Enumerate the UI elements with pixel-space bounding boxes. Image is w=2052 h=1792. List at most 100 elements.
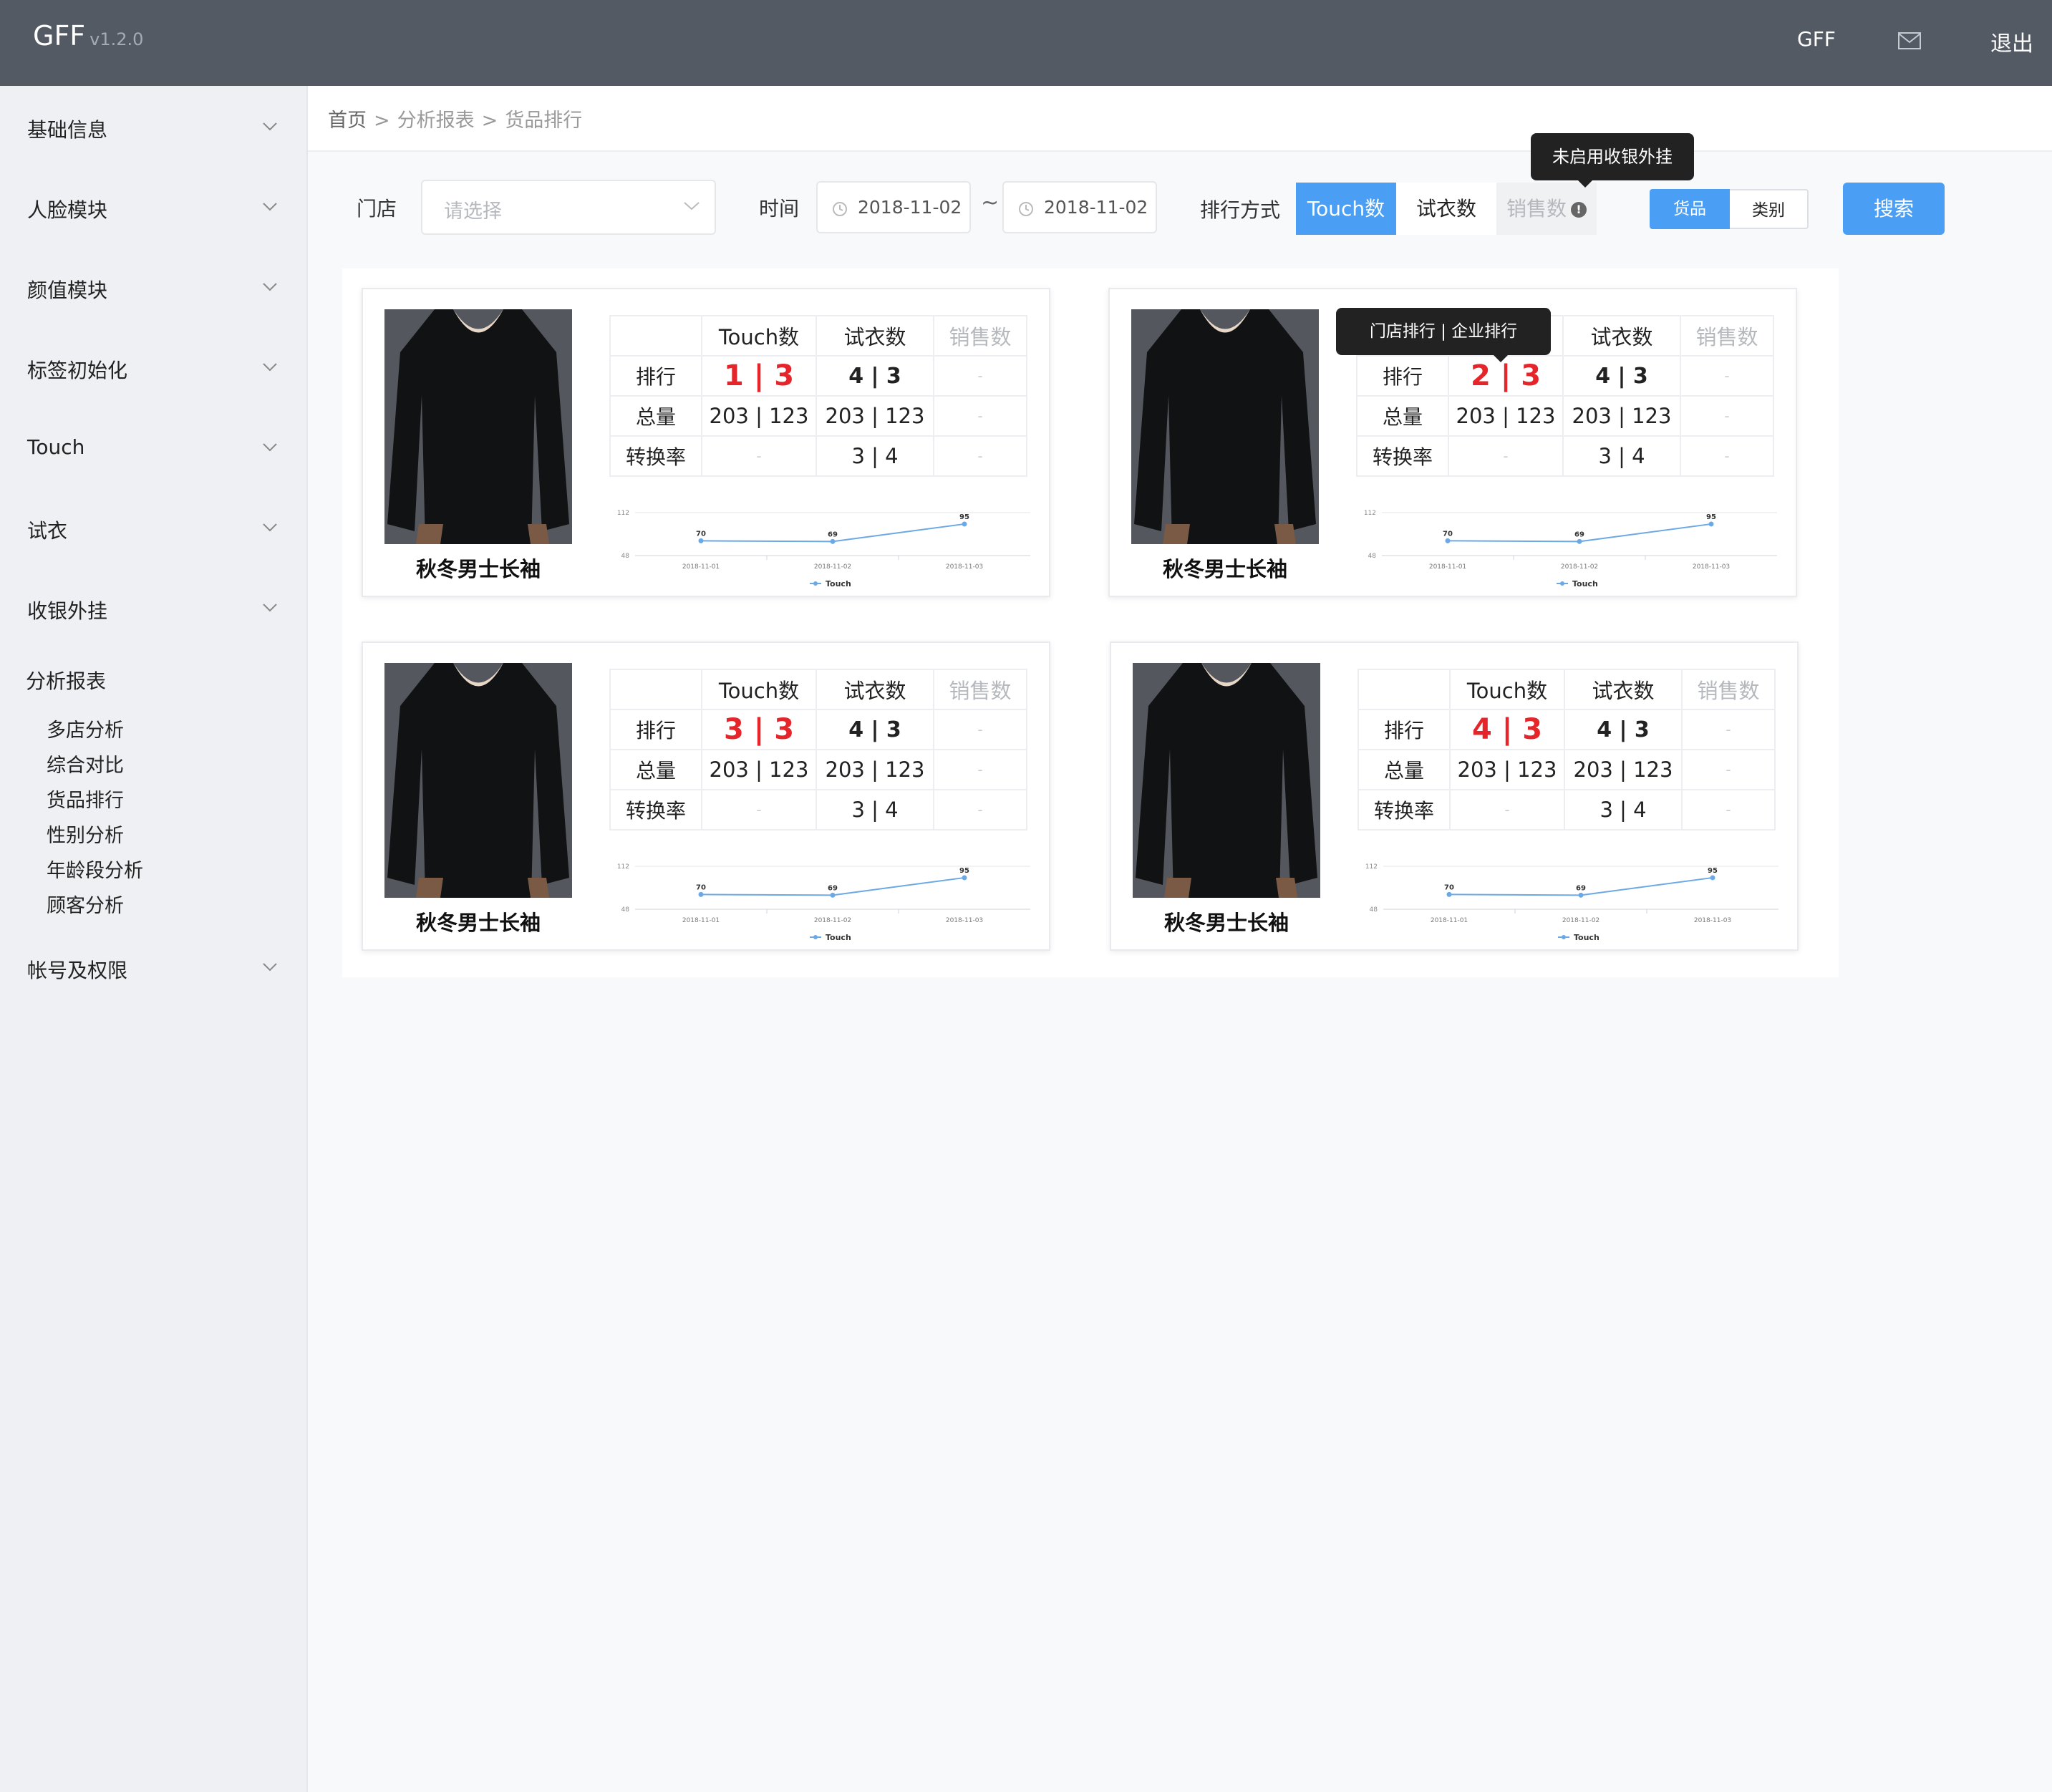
trend-chart: 48 112 70 2018-11-01 69 2018-11-02 95 2018-11-0… xyxy=(1364,510,1777,589)
total-row-label: 总量 xyxy=(609,395,702,437)
current-user[interactable]: GFF xyxy=(1797,27,1836,51)
tryon-rank-value: 4 | 3 xyxy=(816,355,934,397)
sidebar-item-analysis-report[interactable]: 分析报表 xyxy=(26,666,106,694)
sidebar-item-beauty-module[interactable]: 颜值模块 xyxy=(27,275,107,304)
brand-logo[interactable]: GFF v1.2.0 xyxy=(33,20,143,52)
data-label: 69 xyxy=(1576,884,1586,892)
table-header-row: Touch数 试衣数 销售数 xyxy=(609,669,1027,710)
trend-chart: 48 112 70 2018-11-01 69 2018-11-02 95 2018-11-0… xyxy=(617,863,1030,942)
table-row: 排行 3 | 3 4 | 3 - xyxy=(609,709,1027,750)
product-card: 秋冬男士长袖 Touch数 试衣数 销售数 排行 4 | 3 4 | 3 - 总… xyxy=(1110,641,1799,951)
total-row-label: 总量 xyxy=(1356,395,1449,437)
chevron-down-icon[interactable] xyxy=(262,962,278,972)
breadcrumb: 首页 > 分析报表 > 货品排行 xyxy=(328,105,582,132)
y-tick-label: 112 xyxy=(617,863,629,871)
store-placeholder: 请选择 xyxy=(444,200,502,223)
sidebar-subitem-customer[interactable]: 顾客分析 xyxy=(47,890,124,918)
sidebar-item-tag-init[interactable]: 标签初始化 xyxy=(27,355,127,384)
sidebar: 基础信息 人脸模块 颜值模块 标签初始化 Touch 试衣 收银外挂 分析报表 … xyxy=(0,86,308,1792)
time-label: 时间 xyxy=(759,197,800,221)
sales-conversion-value: - xyxy=(1680,435,1774,477)
sales-rank-value: - xyxy=(1680,355,1774,397)
type-option-product[interactable]: 货品 xyxy=(1650,189,1730,229)
tryon-column-header: 试衣数 xyxy=(816,669,934,710)
rank-tooltip: 门店排行 | 企业排行 xyxy=(1336,308,1551,362)
product-photo[interactable] xyxy=(1133,663,1320,898)
date-to-input[interactable]: 2018-11-02 xyxy=(1002,181,1157,233)
data-point xyxy=(1578,892,1584,898)
chevron-down-icon xyxy=(684,202,700,210)
sort-option-tryon[interactable]: 试衣数 xyxy=(1396,183,1496,235)
data-label: 69 xyxy=(828,531,838,538)
chevron-down-icon[interactable] xyxy=(262,603,278,613)
data-label: 95 xyxy=(959,867,969,875)
product-photo[interactable] xyxy=(384,309,572,544)
chevron-down-icon[interactable] xyxy=(262,442,278,452)
sidebar-subitem-gender[interactable]: 性别分析 xyxy=(47,820,124,848)
type-option-category[interactable]: 类别 xyxy=(1730,189,1809,229)
sidebar-subitem-age-group[interactable]: 年龄段分析 xyxy=(47,855,143,883)
data-label: 70 xyxy=(1444,883,1454,891)
logout-button[interactable]: 退出 xyxy=(1990,26,2033,57)
x-tick-label: 2018-11-02 xyxy=(1561,563,1598,571)
table-header-row: Touch数 试衣数 销售数 xyxy=(609,315,1027,357)
tryon-column-header: 试衣数 xyxy=(1564,669,1683,710)
touch-rank-value[interactable]: 4 | 3 xyxy=(1449,709,1565,750)
rank-row-label: 排行 xyxy=(1357,709,1451,750)
sidebar-item-touch[interactable]: Touch xyxy=(27,435,84,459)
data-label: 70 xyxy=(696,530,706,538)
sidebar-subitem-product-ranking[interactable]: 货品排行 xyxy=(47,785,124,813)
sort-option-sales[interactable]: 销售数! xyxy=(1496,183,1597,235)
total-row-label: 总量 xyxy=(1357,749,1451,790)
touch-column-header: Touch数 xyxy=(701,315,817,357)
touch-column-header: Touch数 xyxy=(701,669,817,710)
chevron-down-icon[interactable] xyxy=(262,202,278,212)
clock-icon xyxy=(1019,202,1033,216)
trend-chart: 48 112 70 2018-11-01 69 2018-11-02 95 2018-11-0… xyxy=(1365,863,1778,942)
sidebar-subitem-multi-store[interactable]: 多店分析 xyxy=(47,715,124,742)
sales-total-value: - xyxy=(1681,749,1776,790)
y-tick-label: 48 xyxy=(621,553,630,560)
sales-column-header: 销售数 xyxy=(1681,669,1776,710)
mail-icon[interactable] xyxy=(1897,32,1922,53)
touch-rank-value[interactable]: 3 | 3 xyxy=(701,709,817,750)
search-button[interactable]: 搜索 xyxy=(1843,183,1945,235)
stats-table: Touch数 试衣数 销售数 排行 4 | 3 4 | 3 - 总量 203 |… xyxy=(1357,669,1776,830)
sales-column-header: 销售数 xyxy=(933,315,1027,357)
chevron-down-icon[interactable] xyxy=(262,362,278,372)
x-tick-label: 2018-11-02 xyxy=(814,563,851,571)
sidebar-item-face-module[interactable]: 人脸模块 xyxy=(27,195,107,223)
sales-conversion-value: - xyxy=(1681,789,1776,830)
sidebar-item-basic-info[interactable]: 基础信息 xyxy=(27,115,107,143)
store-select[interactable]: 请选择 xyxy=(421,180,716,235)
legend-marker xyxy=(813,581,818,586)
table-row: 总量 203 | 123 203 | 123 - xyxy=(609,749,1027,790)
chevron-down-icon[interactable] xyxy=(262,282,278,292)
y-tick-label: 112 xyxy=(1364,510,1376,517)
legend-label: Touch xyxy=(1572,579,1598,589)
chevron-down-icon[interactable] xyxy=(262,122,278,132)
date-from-input[interactable]: 2018-11-02 xyxy=(816,181,971,233)
product-name: 秋冬男士长袖 xyxy=(1163,911,1289,935)
sidebar-item-tryon[interactable]: 试衣 xyxy=(27,515,67,544)
sidebar-item-account-permissions[interactable]: 帐号及权限 xyxy=(27,955,127,984)
table-header-row: Touch数 试衣数 销售数 xyxy=(1357,669,1776,710)
breadcrumb-home[interactable]: 首页 xyxy=(328,110,367,132)
touch-rank-value[interactable]: 1 | 3 xyxy=(701,355,817,397)
tryon-rank-text: 4 | 3 xyxy=(1597,717,1650,742)
sort-option-touch[interactable]: Touch数 xyxy=(1296,183,1396,235)
sidebar-subitem-comparison[interactable]: 综合对比 xyxy=(47,750,124,778)
store-label: 门店 xyxy=(357,197,397,221)
product-photo[interactable] xyxy=(384,663,572,898)
breadcrumb-analysis[interactable]: 分析报表 xyxy=(397,110,475,132)
touch-conversion-value: - xyxy=(1448,435,1564,477)
x-tick-label: 2018-11-01 xyxy=(1431,917,1468,924)
sales-rank-value: - xyxy=(933,355,1027,397)
data-point xyxy=(962,875,967,881)
tryon-rank-text: 4 | 3 xyxy=(848,717,901,742)
sidebar-item-cashier-plugin[interactable]: 收银外挂 xyxy=(27,596,107,624)
chevron-down-icon[interactable] xyxy=(262,523,278,533)
data-point xyxy=(1710,875,1715,881)
stats-table: Touch数 试衣数 销售数 排行 1 | 3 4 | 3 - 总量 203 |… xyxy=(609,315,1027,477)
product-photo[interactable] xyxy=(1131,309,1319,544)
